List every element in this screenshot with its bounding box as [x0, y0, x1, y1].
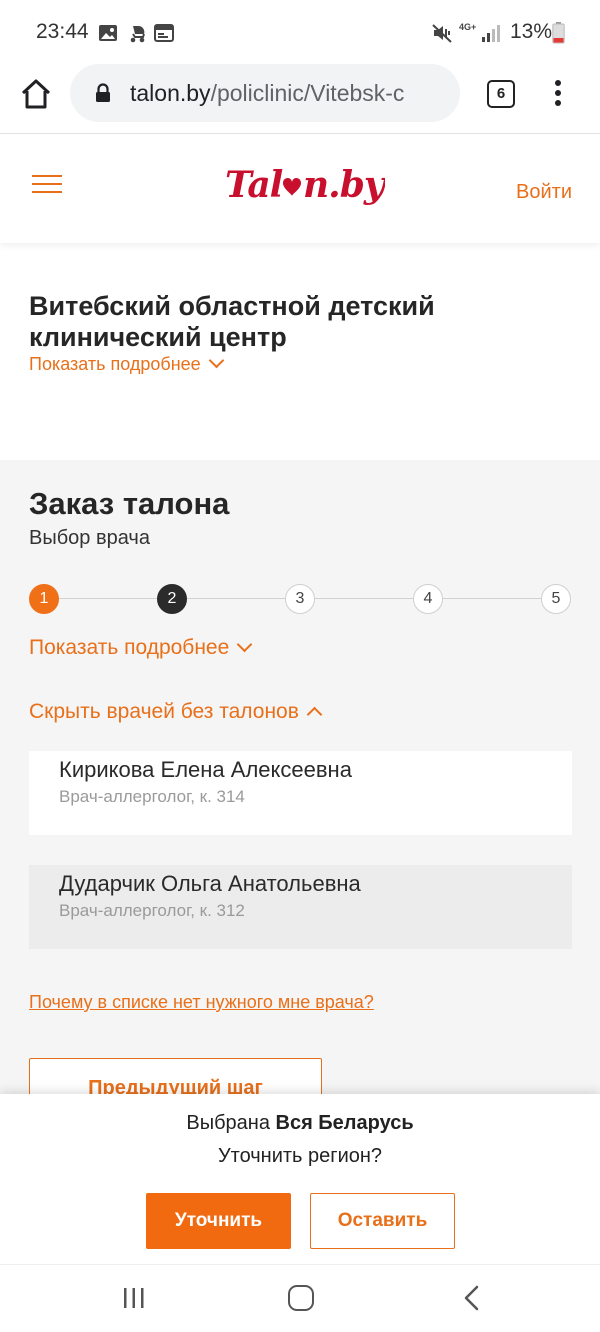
- browser-toolbar: talon.by/policlinic/Vitebsk-c 6: [0, 64, 600, 134]
- status-bar: 23:44 4G+ 13%: [0, 0, 600, 64]
- clinic-show-more-label: Показать подробнее: [29, 354, 201, 374]
- doctor-name: Кирикова Елена Алексеевна: [59, 757, 352, 782]
- svg-text:n.by: n.by: [303, 164, 385, 206]
- url-host: talon.by: [130, 80, 211, 106]
- battery-icon: [552, 22, 565, 44]
- url-bar[interactable]: talon.by/policlinic/Vitebsk-c: [70, 64, 460, 122]
- step-3: 3: [285, 584, 315, 614]
- signal-icon: [482, 25, 500, 42]
- site-logo[interactable]: Tal n.by: [225, 163, 388, 213]
- step-5: 5: [541, 584, 571, 614]
- site-header: Tal n.by Войти: [0, 135, 600, 243]
- home-nav-icon[interactable]: [288, 1285, 314, 1311]
- steps-show-more-label: Показать подробнее: [29, 636, 230, 659]
- doctor-name: Дударчик Ольга Анатольевна: [59, 871, 361, 896]
- svg-text:Tal: Tal: [225, 164, 283, 206]
- hide-doctors-label: Скрыть врачей без талонов: [29, 700, 299, 723]
- image-icon: [99, 25, 117, 41]
- stroller-icon: [128, 25, 145, 43]
- step-4: 4: [413, 584, 443, 614]
- logo-graphic: Tal n.by: [225, 164, 388, 206]
- region-prefix: Выбрана: [186, 1112, 270, 1134]
- doctor-specialty: Врач-аллерголог, к. 314: [59, 787, 245, 806]
- status-time: 23:44: [36, 20, 89, 43]
- chevron-down-icon: [208, 352, 224, 369]
- missing-doctor-link[interactable]: Почему в списке нет нужного мне врача?: [29, 992, 374, 1013]
- chevron-down-icon: [237, 636, 253, 653]
- clinic-show-more-link[interactable]: Показать подробнее: [29, 352, 224, 375]
- system-nav-bar: [0, 1264, 600, 1332]
- calendar-icon: [154, 24, 174, 42]
- back-icon[interactable]: [462, 1285, 482, 1311]
- recent-apps-icon[interactable]: [122, 1287, 146, 1309]
- clinic-title: Витебский областной детский клинический …: [29, 291, 435, 352]
- hamburger-menu-icon[interactable]: [32, 175, 62, 195]
- url-path: /policlinic/Vitebsk-c: [210, 80, 405, 106]
- keep-region-button[interactable]: Оставить: [310, 1193, 455, 1249]
- lock-icon: [96, 83, 110, 102]
- doctor-card[interactable]: Дударчик Ольга Анатольевна Врач-аллергол…: [29, 865, 572, 949]
- login-link[interactable]: Войти: [516, 181, 572, 204]
- steps-show-more-link[interactable]: Показать подробнее: [29, 636, 253, 660]
- mute-vibrate-icon: [432, 24, 452, 43]
- url-text: talon.by/policlinic/Vitebsk-c: [130, 80, 446, 107]
- order-title: Заказ талона: [29, 486, 230, 521]
- refine-region-button[interactable]: Уточнить: [146, 1193, 291, 1249]
- tab-switcher-button[interactable]: 6: [487, 80, 515, 108]
- order-subtitle: Выбор врача: [29, 527, 150, 549]
- chevron-up-icon: [306, 706, 323, 723]
- doctor-specialty: Врач-аллерголог, к. 312: [59, 901, 245, 920]
- step-2: 2: [157, 584, 187, 614]
- step-1: 1: [29, 584, 59, 614]
- region-name: Вся Беларусь: [275, 1112, 414, 1134]
- region-popup: Выбрана Вся Беларусь Уточнить регион? Ут…: [0, 1094, 600, 1264]
- battery-percent: 13%: [510, 20, 553, 43]
- doctor-card[interactable]: Кирикова Елена Алексеевна Врач-аллерголо…: [29, 751, 572, 835]
- hide-doctors-toggle[interactable]: Скрыть врачей без талонов: [29, 700, 323, 724]
- more-options-icon[interactable]: [548, 78, 568, 108]
- region-question: Уточнить регион?: [217, 1145, 383, 1167]
- screen: 23:44 4G+ 13% talon.by/policlinic/Vitebs…: [0, 0, 600, 1332]
- home-icon[interactable]: [18, 76, 54, 112]
- network-label: 4G+: [459, 22, 477, 32]
- region-selected-text: Выбрана Вся Беларусь: [0, 1112, 600, 1135]
